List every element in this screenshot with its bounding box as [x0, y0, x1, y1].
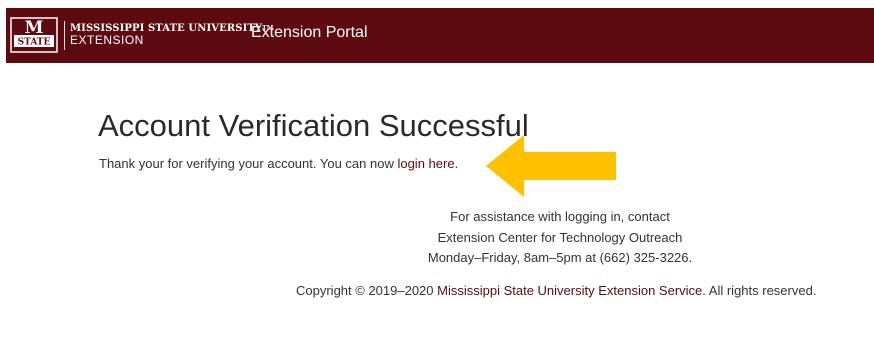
msu-state-logo-icon[interactable]: M STATE — [10, 17, 58, 53]
assistance-line-2: Extension Center for Technology Outreach — [437, 230, 683, 245]
message-suffix: . — [454, 156, 459, 171]
assistance-line-1: For assistance with logging in, contact — [450, 209, 670, 224]
login-link[interactable]: login here — [397, 156, 454, 171]
page-title: Account Verification Successful — [98, 108, 529, 143]
page: M STATE MISSISSIPPI STATE UNIVERSITYTM E… — [0, 0, 874, 345]
msu-extension-service-link[interactable]: Mississippi State University Extension S… — [437, 283, 702, 298]
logo-divider — [64, 21, 65, 50]
left-arrow-icon — [486, 135, 616, 197]
logo-banner: STATE — [18, 38, 51, 48]
assistance-line-3: Monday–Friday, 8am–5pm at (662) 325-3226… — [427, 250, 693, 265]
copyright-suffix: . All rights reserved. — [702, 283, 817, 298]
division-name: EXTENSION — [70, 33, 144, 47]
portal-name[interactable]: Extension Portal — [251, 24, 368, 42]
message-prefix: Thank your for verifying your account. Y… — [99, 156, 398, 171]
site-header: M STATE MISSISSIPPI STATE UNIVERSITYTM E… — [6, 8, 874, 63]
copyright-notice: Copyright © 2019–2020 Mississippi State … — [296, 283, 816, 298]
copyright-prefix: Copyright © 2019–2020 — [296, 283, 438, 298]
university-wordmark[interactable]: MISSISSIPPI STATE UNIVERSITYTM EXTENSION — [70, 23, 273, 46]
verification-message: Thank your for verifying your account. Y… — [99, 156, 458, 171]
